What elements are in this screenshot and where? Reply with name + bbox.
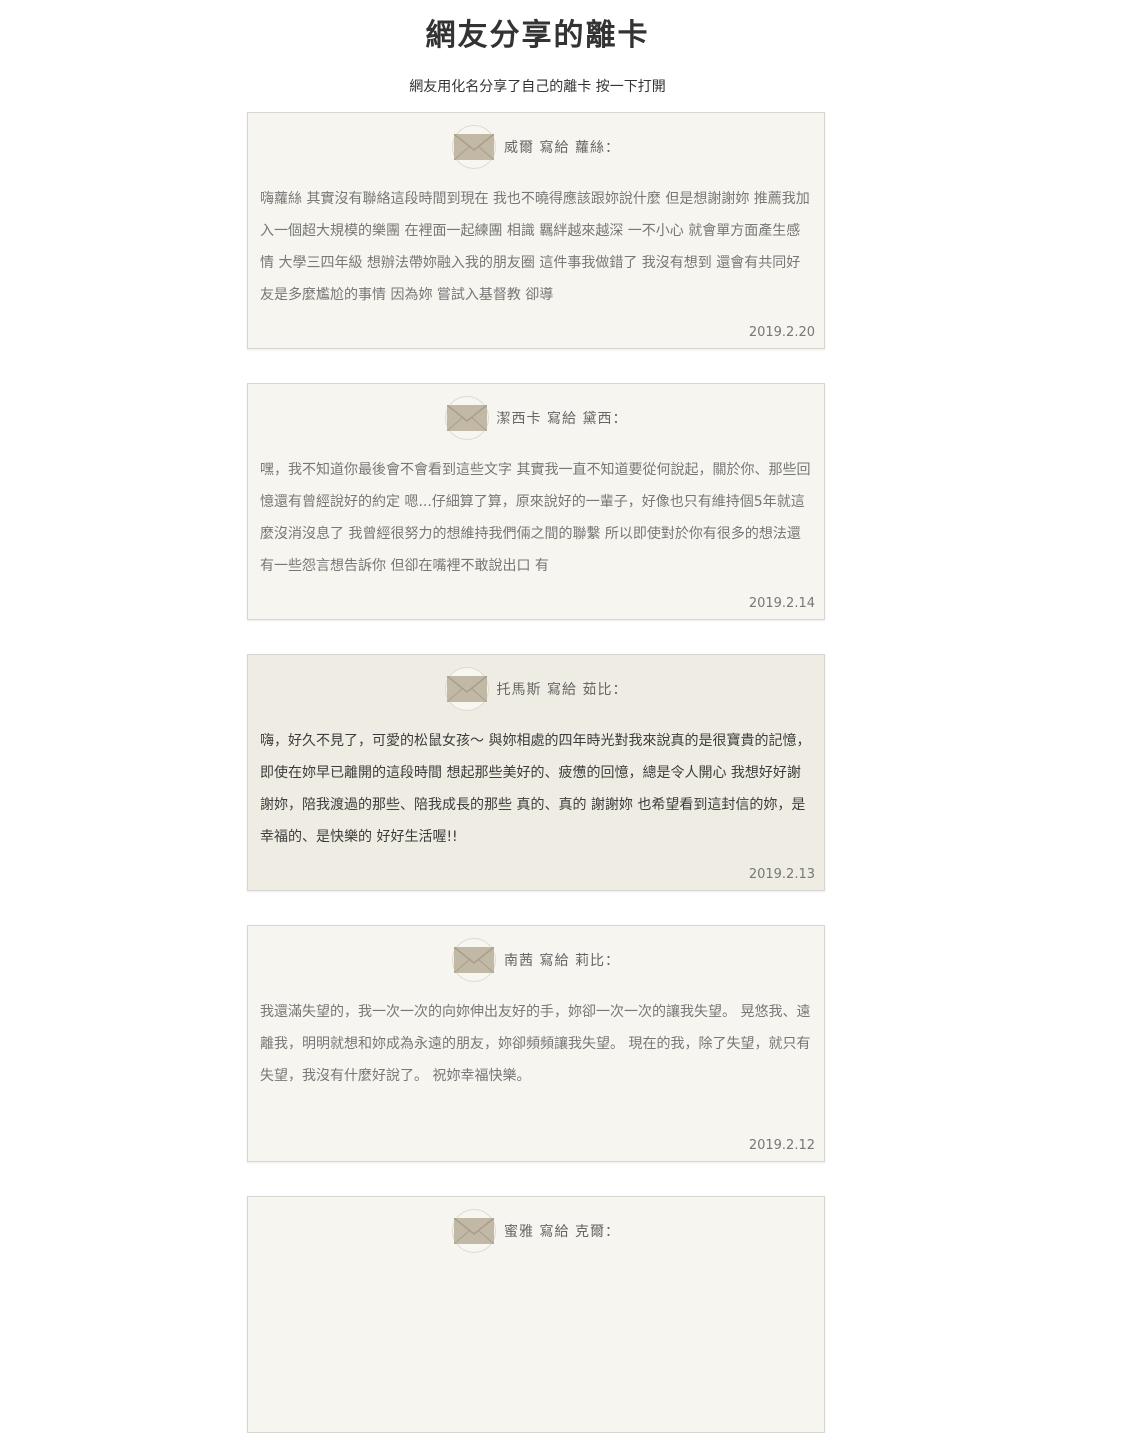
card-header: 威爾 寫給 蘿絲： <box>248 125 824 169</box>
envelope-icon <box>452 1209 497 1253</box>
card-date: 2019.2.14 <box>748 596 815 611</box>
card-date: 2019.2.12 <box>748 1138 815 1153</box>
card-message: 嗨，好久不見了，可愛的松鼠女孩～ 與妳相處的四年時光對我來說真的是很寶貴的記憶，… <box>260 733 811 845</box>
card-recipient: 威爾 寫給 蘿絲： <box>504 140 620 156</box>
card-message <box>260 1267 812 1395</box>
envelope-icon <box>444 396 489 440</box>
letter-card[interactable]: 托馬斯 寫給 茹比： 嗨，好久不見了，可愛的松鼠女孩～ 與妳相處的四年時光對我來… <box>247 654 825 891</box>
card-message: 嗨蘿絲 其實沒有聯絡這段時間到現在 我也不曉得應該跟妳說什麼 但是想謝謝妳 推薦… <box>260 191 810 303</box>
card-header: 托馬斯 寫給 茹比： <box>248 667 824 711</box>
card-message: 我還滿失望的，我一次一次的向妳伸出友好的手，妳卻一次一次的讓我失望。 晃悠我、遠… <box>260 1004 811 1084</box>
page-title: 網友分享的離卡 <box>425 18 650 53</box>
card-message: 嘿，我不知道你最後會不會看到這些文字 其實我一直不知道要從何說起，關於你、那些回… <box>260 462 811 574</box>
card-recipient: 托馬斯 寫給 茹比： <box>496 682 628 698</box>
card-recipient: 蜜雅 寫給 克爾： <box>504 1224 620 1240</box>
letter-card[interactable]: 南茜 寫給 莉比： 我還滿失望的，我一次一次的向妳伸出友好的手，妳卻一次一次的讓… <box>247 925 825 1162</box>
card-header: 潔西卡 寫給 黛西： <box>248 396 824 440</box>
letter-card[interactable]: 潔西卡 寫給 黛西： 嘿，我不知道你最後會不會看到這些文字 其實我一直不知道要從… <box>247 383 825 620</box>
card-header: 南茜 寫給 莉比： <box>248 938 824 982</box>
card-date: 2019.2.20 <box>748 325 815 340</box>
card-recipient: 潔西卡 寫給 黛西： <box>496 411 628 427</box>
card-recipient: 南茜 寫給 莉比： <box>504 953 620 969</box>
page-subtitle: 網友用化名分享了自己的離卡 按一下打開 <box>409 79 666 95</box>
envelope-icon <box>452 125 497 169</box>
card-date: 2019.2.13 <box>748 867 815 882</box>
envelope-icon <box>444 667 489 711</box>
letter-card[interactable]: 威爾 寫給 蘿絲： 嗨蘿絲 其實沒有聯絡這段時間到現在 我也不曉得應該跟妳說什麼… <box>247 112 825 349</box>
letter-card[interactable]: 蜜雅 寫給 克爾： <box>247 1196 825 1433</box>
card-header: 蜜雅 寫給 克爾： <box>248 1209 824 1253</box>
envelope-icon <box>452 938 497 982</box>
